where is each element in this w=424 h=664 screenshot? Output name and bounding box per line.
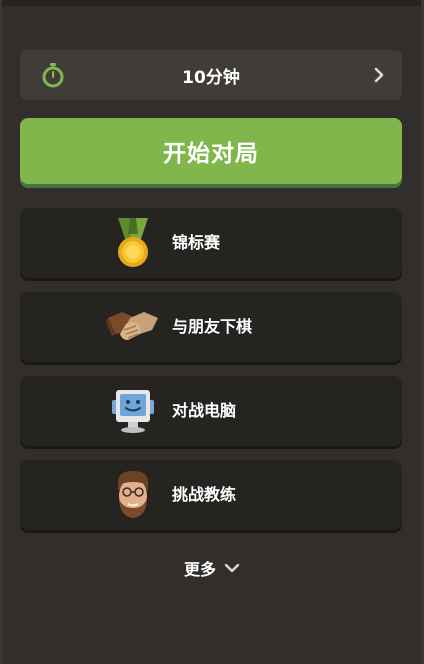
mode-label: 对战电脑 — [172, 401, 237, 420]
stopwatch-icon — [42, 63, 64, 88]
more-label: 更多 — [183, 560, 216, 579]
mode-play-friend[interactable]: 与朋友下棋 — [20, 292, 402, 362]
chevron-right-icon — [374, 67, 384, 83]
mode-play-computer[interactable]: 对战电脑 — [20, 376, 402, 446]
mode-label: 锦标赛 — [172, 233, 221, 252]
time-control-selector[interactable]: 10分钟 — [20, 50, 402, 100]
computer-icon — [112, 390, 154, 433]
coach-avatar-icon — [118, 471, 148, 518]
more-button[interactable]: 更多 — [0, 556, 424, 580]
top-bar — [0, 0, 424, 6]
mode-label: 挑战教练 — [172, 485, 237, 504]
mode-tournament[interactable]: 锦标赛 — [20, 208, 402, 278]
start-game-button[interactable]: 开始对局 — [20, 118, 402, 184]
mode-label: 与朋友下棋 — [172, 317, 253, 336]
mode-play-coach[interactable]: 挑战教练 — [20, 460, 402, 530]
medal-icon — [118, 218, 148, 267]
start-game-label: 开始对局 — [163, 141, 259, 167]
chevron-down-icon — [224, 563, 240, 573]
time-control-label: 10分钟 — [182, 67, 240, 88]
handshake-icon — [106, 312, 158, 340]
